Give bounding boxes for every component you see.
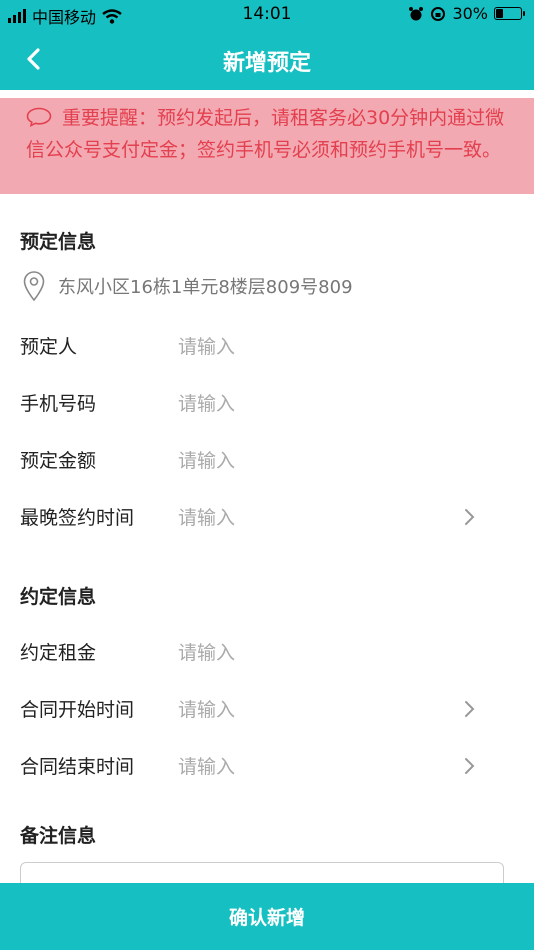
- chat-bubble-icon: [26, 107, 52, 127]
- field-label: 最晚签约时间: [20, 507, 135, 529]
- field-label: 预定人: [20, 336, 78, 358]
- contract-start-input[interactable]: 请输入: [178, 695, 235, 722]
- property-address: 东风小区16栋1单元8楼层809号809: [22, 270, 353, 302]
- latest-sign-time-input[interactable]: 请输入: [178, 503, 235, 530]
- booking-person-row[interactable]: 预定人 请输入: [20, 324, 514, 364]
- notice-text: 重要提醒：预约发起后，请租客务必30分钟内通过微信公众号支付定金；签约手机号必须…: [26, 107, 505, 161]
- booking-amount-row[interactable]: 预定金额 请输入: [20, 438, 514, 478]
- booking-person-input[interactable]: 请输入: [178, 332, 235, 359]
- location-pin-icon: [23, 271, 45, 302]
- phone-number-input[interactable]: 请输入: [178, 389, 235, 416]
- field-label: 合同结束时间: [20, 756, 135, 778]
- status-bar: 中国移动 14:01 30%: [0, 0, 534, 28]
- battery-icon: [494, 7, 525, 20]
- field-label: 手机号码: [20, 393, 97, 415]
- field-label: 约定租金: [20, 642, 97, 664]
- contract-start-row[interactable]: 合同开始时间 请输入: [20, 687, 514, 727]
- confirm-add-button[interactable]: 确认新增: [0, 883, 534, 950]
- address-text: 东风小区16栋1单元8楼层809号809: [58, 277, 353, 298]
- remark-section-title: 备注信息: [20, 825, 97, 847]
- agreement-section-title: 约定信息: [20, 586, 97, 608]
- booking-amount-input[interactable]: 请输入: [178, 446, 235, 473]
- field-label: 预定金额: [20, 450, 97, 472]
- rotation-lock-icon: [431, 6, 446, 21]
- alarm-icon: [409, 6, 424, 20]
- contract-end-row[interactable]: 合同结束时间 请输入: [20, 744, 514, 784]
- agreed-rent-input[interactable]: 请输入: [178, 638, 235, 665]
- agreed-rent-row[interactable]: 约定租金 请输入: [20, 630, 514, 670]
- booking-section-title: 预定信息: [20, 231, 97, 253]
- chevron-right-icon: [465, 509, 475, 525]
- page-title: 新增预定: [222, 51, 311, 76]
- chevron-right-icon: [465, 758, 475, 774]
- latest-sign-time-row[interactable]: 最晚签约时间 请输入: [20, 495, 514, 535]
- field-label: 合同开始时间: [20, 699, 135, 721]
- important-notice: 重要提醒：预约发起后，请租客务必30分钟内通过微信公众号支付定金；签约手机号必须…: [0, 98, 534, 194]
- chevron-right-icon: [465, 701, 475, 717]
- phone-number-row[interactable]: 手机号码 请输入: [20, 381, 514, 421]
- contract-end-input[interactable]: 请输入: [178, 752, 235, 779]
- battery-percent: 30%: [452, 4, 488, 23]
- nav-header: 新增预定: [0, 28, 534, 90]
